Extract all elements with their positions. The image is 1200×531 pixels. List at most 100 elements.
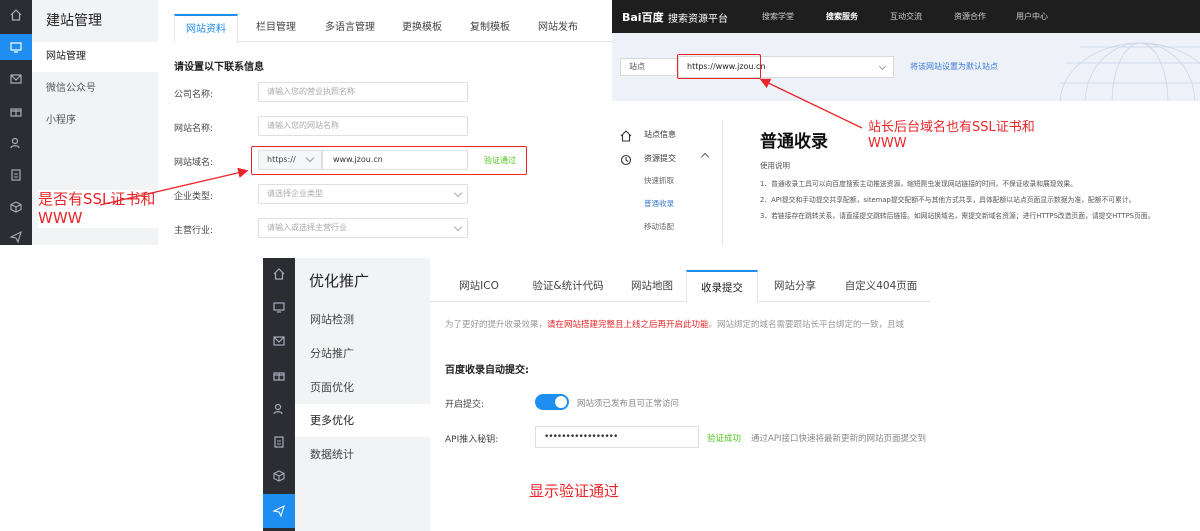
baidu-search-resource-panel: Bai百度 搜索资源平台 搜索学堂 搜索服务 互动交流 资源合作 用户中心 站点… xyxy=(612,0,1200,245)
send-icon[interactable] xyxy=(9,230,23,244)
optimization-tabs: 网站ICO 验证&统计代码 网站地图 收录提交 网站分享 自定义404页面 xyxy=(430,270,931,303)
nav-search-service[interactable]: 搜索服务 xyxy=(826,11,858,22)
api-hint: 通过API接口快速将最新更新的网站页面提交到 xyxy=(751,434,926,444)
gift-icon[interactable] xyxy=(272,368,286,382)
enable-submit-label: 开启提交: xyxy=(445,400,485,410)
tip-warning: 请在网站搭建完整且上线之后再开启此功能 xyxy=(547,320,709,330)
usage-paragraph-3: 3、若链接存在跳转关系，请直接提交跳转后链接。如网站换域名，需提交新域名资源；进… xyxy=(760,212,1155,220)
home-icon[interactable] xyxy=(272,267,286,281)
api-key-label: API推入秘钥: xyxy=(445,435,499,445)
usage-heading: 使用说明 xyxy=(760,161,790,170)
monitor-icon[interactable] xyxy=(272,300,286,314)
tab-site-info[interactable]: 网站资料 xyxy=(174,14,238,43)
sidebar-title: 建站管理 xyxy=(46,13,102,29)
sidebar-item-site-management[interactable]: 网站管理 xyxy=(32,42,158,72)
industry-select[interactable]: 请输入或选择主营行业 xyxy=(258,218,468,238)
nav-normal-index[interactable]: 普通收录 xyxy=(644,198,674,209)
platform-name: 搜索资源平台 xyxy=(668,14,728,25)
submit-tip: 为了更好的提升收录效果，请在网站搭建完整且上线之后再开启此功能。网站绑定的域名需… xyxy=(445,318,904,330)
cube-icon[interactable] xyxy=(9,200,23,214)
api-key-input[interactable]: ••••••••••••••••• xyxy=(535,426,699,448)
sidebar-title: 优化推广 xyxy=(309,272,370,290)
annotation-verified: 显示验证通过 xyxy=(529,482,620,500)
house-icon xyxy=(620,127,632,146)
optimization-panel: 优化推广 网站检测 分站推广 页面优化 更多优化 数据统计 网站ICO 验证&统… xyxy=(263,258,931,531)
sidebar-item-sub-site[interactable]: 分站推广 xyxy=(295,337,430,370)
submit-resource-icon xyxy=(620,151,632,170)
tab-multilingual[interactable]: 多语言管理 xyxy=(314,14,386,42)
baidu-logo[interactable]: Bai百度 xyxy=(622,9,664,25)
tab-publish[interactable]: 网站发布 xyxy=(526,14,590,42)
document-icon[interactable] xyxy=(9,168,23,182)
annotation-highlight-box xyxy=(677,54,761,79)
globe-decoration xyxy=(1059,42,1200,101)
enable-submit-toggle[interactable] xyxy=(535,394,569,410)
optimization-sidebar: 优化推广 网站检测 分站推广 页面优化 更多优化 数据统计 xyxy=(295,258,430,531)
send-icon[interactable] xyxy=(272,504,286,518)
chevron-down-icon xyxy=(453,222,463,232)
cube-icon[interactable] xyxy=(272,469,286,483)
sidebar-item-site-check[interactable]: 网站检测 xyxy=(295,303,430,336)
tab-column-management[interactable]: 栏目管理 xyxy=(242,14,310,42)
sidebar-item-mini-program[interactable]: 小程序 xyxy=(32,106,158,136)
mail-icon[interactable] xyxy=(272,334,286,348)
mail-icon[interactable] xyxy=(9,72,23,86)
chevron-down-icon xyxy=(453,188,463,198)
chevron-up-icon xyxy=(700,152,710,162)
company-type-placeholder: 请选择企业类型 xyxy=(267,189,323,198)
toggle-knob xyxy=(555,396,567,408)
set-default-site-link[interactable]: 将该网站设置为默认站点 xyxy=(910,61,998,72)
company-name-label: 公司名称: xyxy=(174,90,214,100)
usage-paragraph-2: 2、API提交和手动提交共享配额，sitemap提交配额不与其他方式共享，具体配… xyxy=(760,196,1136,204)
tab-sitemap[interactable]: 网站地图 xyxy=(620,270,684,302)
users-icon[interactable] xyxy=(272,402,286,416)
sidebar-item-wechat[interactable]: 微信公众号 xyxy=(32,74,158,104)
tab-verify-code[interactable]: 验证&统计代码 xyxy=(520,270,616,302)
icon-rail xyxy=(0,0,32,245)
site-name-label: 网站名称: xyxy=(174,124,214,134)
nav-fast-crawl[interactable]: 快速抓取 xyxy=(644,175,674,186)
tab-change-template[interactable]: 更换模板 xyxy=(390,14,454,42)
site-domain-label: 网站域名: xyxy=(174,158,214,168)
baidu-top-bar: Bai百度 搜索资源平台 搜索学堂 搜索服务 互动交流 资源合作 用户中心 xyxy=(612,0,1200,33)
tab-site-share[interactable]: 网站分享 xyxy=(762,270,828,302)
site-settings-panel: 建站管理 网站管理 微信公众号 小程序 网站资料 栏目管理 多语言管理 更换模板… xyxy=(0,0,612,245)
enable-submit-hint: 网站须已发布且可正常访问 xyxy=(577,399,680,409)
api-verified-status: 验证成功 xyxy=(707,434,742,444)
nav-user-center[interactable]: 用户中心 xyxy=(1016,11,1048,22)
nav-site-info[interactable]: 站点信息 xyxy=(644,129,676,140)
site-label: 站点 xyxy=(620,58,678,76)
tab-site-ico[interactable]: 网站ICO xyxy=(442,270,516,302)
tip-suffix: 。网站绑定的域名需要跟站长平台绑定的一致，且域 xyxy=(708,320,905,330)
nav-search-academy[interactable]: 搜索学堂 xyxy=(762,11,794,22)
tab-copy-template[interactable]: 复制模板 xyxy=(458,14,522,42)
page-title: 普通收录 xyxy=(760,132,828,152)
nav-divider xyxy=(722,120,723,245)
nav-mobile-adapt[interactable]: 移动适配 xyxy=(644,221,674,232)
site-tabs: 网站资料 栏目管理 多语言管理 更换模板 复制模板 网站发布 xyxy=(174,14,612,43)
tip-prefix: 为了更好的提升收录效果， xyxy=(445,320,548,330)
tab-index-submit[interactable]: 收录提交 xyxy=(686,270,758,303)
company-name-input[interactable]: 请输入您的营业执照名称 xyxy=(258,82,468,102)
section-title: 请设置以下联系信息 xyxy=(174,62,264,73)
sidebar-item-statistics[interactable]: 数据统计 xyxy=(295,438,430,471)
site-name-input[interactable]: 请输入您的网站名称 xyxy=(258,116,468,136)
annotation-ssl-www: 是否有SSL证书和WWW xyxy=(38,190,158,228)
monitor-icon[interactable] xyxy=(9,40,23,54)
nav-cooperation[interactable]: 资源合作 xyxy=(954,11,986,22)
users-icon[interactable] xyxy=(9,136,23,150)
home-icon[interactable] xyxy=(9,8,23,22)
tab-custom-404[interactable]: 自定义404页面 xyxy=(832,270,930,302)
sidebar-item-page-optimize[interactable]: 页面优化 xyxy=(295,371,430,404)
usage-paragraph-1: 1、普通收录工具可以向百度搜索主动推送资源，缩短爬虫发现网站链接的时间，不保证收… xyxy=(760,180,1077,188)
nav-resource-submit[interactable]: 资源提交 xyxy=(644,153,676,164)
document-icon[interactable] xyxy=(272,435,286,449)
gift-icon[interactable] xyxy=(9,104,23,118)
nav-interaction[interactable]: 互动交流 xyxy=(890,11,922,22)
icon-rail xyxy=(263,258,295,531)
company-type-label: 企业类型: xyxy=(174,192,214,202)
section-title: 百度收录自动提交: xyxy=(445,365,529,376)
industry-placeholder: 请输入或选择主营行业 xyxy=(267,223,347,232)
sidebar-item-more-optimize[interactable]: 更多优化 xyxy=(295,404,430,437)
company-type-select[interactable]: 请选择企业类型 xyxy=(258,184,468,204)
